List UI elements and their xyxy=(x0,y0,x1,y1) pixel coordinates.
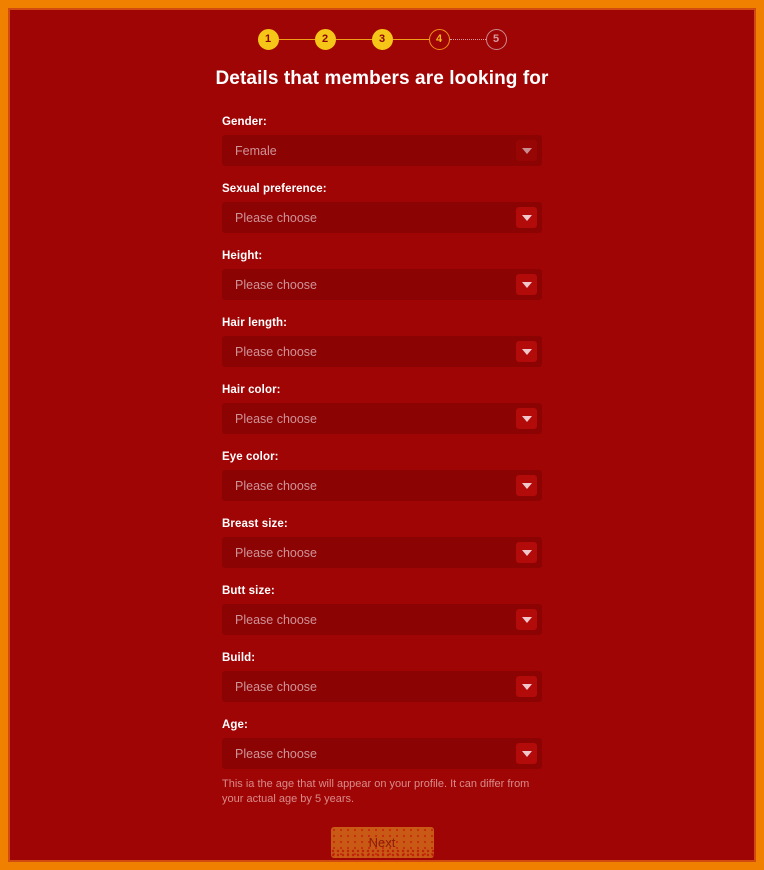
gender-select[interactable]: Female xyxy=(222,135,542,166)
chevron-down-icon[interactable] xyxy=(516,408,537,429)
chevron-down-icon[interactable] xyxy=(516,743,537,764)
progress-stepper: 1 2 3 4 5 xyxy=(10,10,754,56)
step-indicator-2[interactable]: 2 xyxy=(314,28,336,50)
butt-size-select-value: Please choose xyxy=(235,612,318,627)
field-hair-color: Hair color: Please choose xyxy=(222,384,542,434)
chevron-down-icon[interactable] xyxy=(516,542,537,563)
field-label-butt-size: Butt size: xyxy=(222,585,275,597)
step-connector-4-5 xyxy=(449,38,486,40)
step-indicator-5: 5 xyxy=(485,28,507,50)
next-button[interactable]: Next xyxy=(330,826,434,858)
field-sexual-preference: Sexual preference: Please choose xyxy=(222,183,542,233)
sexual-preference-select[interactable]: Please choose xyxy=(222,202,542,233)
step-indicator-1[interactable]: 1 xyxy=(257,28,279,50)
field-label-hair-color: Hair color: xyxy=(222,384,281,396)
chevron-down-icon[interactable] xyxy=(516,475,537,496)
field-label-eye-color: Eye color: xyxy=(222,451,279,463)
height-select[interactable]: Please choose xyxy=(222,269,542,300)
field-label-breast-size: Breast size: xyxy=(222,518,288,530)
breast-size-select-value: Please choose xyxy=(235,545,318,560)
field-eye-color: Eye color: Please choose xyxy=(222,451,542,501)
chevron-down-icon[interactable] xyxy=(516,140,537,161)
field-age: Age: Please choose xyxy=(222,719,542,769)
field-butt-size: Butt size: Please choose xyxy=(222,585,542,635)
field-breast-size: Breast size: Please choose xyxy=(222,518,542,568)
field-build: Build: Please choose xyxy=(222,652,542,702)
eye-color-select[interactable]: Please choose xyxy=(222,470,542,501)
step-connector-1-2 xyxy=(278,38,315,40)
field-label-sexual-preference: Sexual preference: xyxy=(222,183,327,195)
age-select[interactable]: Please choose xyxy=(222,738,542,769)
next-button-label: Next xyxy=(368,834,396,850)
page-title: Details that members are looking for xyxy=(215,68,549,89)
field-label-build: Build: xyxy=(222,652,256,664)
chevron-down-icon[interactable] xyxy=(516,676,537,697)
chevron-down-icon[interactable] xyxy=(516,207,537,228)
field-label-height: Height: xyxy=(222,250,263,262)
age-select-value: Please choose xyxy=(235,746,318,761)
step-connector-3-4 xyxy=(392,38,429,40)
butt-size-select[interactable]: Please choose xyxy=(222,604,542,635)
step-indicator-4[interactable]: 4 xyxy=(428,28,450,50)
age-helper-text: This ia the age that will appear on your… xyxy=(222,778,530,805)
step-indicator-3[interactable]: 3 xyxy=(371,28,393,50)
field-label-age: Age: xyxy=(222,719,248,731)
field-hair-length: Hair length: Please choose xyxy=(222,317,542,367)
field-label-hair-length: Hair length: xyxy=(222,317,288,329)
build-select-value: Please choose xyxy=(235,679,318,694)
hair-color-select[interactable]: Please choose xyxy=(222,403,542,434)
hair-color-select-value: Please choose xyxy=(235,411,318,426)
profile-details-form: Gender: Female Sexual preference: Please… xyxy=(222,90,542,858)
field-gender: Gender: Female xyxy=(222,116,542,166)
eye-color-select-value: Please choose xyxy=(235,478,318,493)
build-select[interactable]: Please choose xyxy=(222,671,542,702)
sexual-preference-select-value: Please choose xyxy=(235,210,318,225)
gender-select-value: Female xyxy=(235,143,277,158)
field-height: Height: Please choose xyxy=(222,250,542,300)
form-actions: Next xyxy=(222,826,542,858)
hair-length-select-value: Please choose xyxy=(235,344,318,359)
chevron-down-icon[interactable] xyxy=(516,274,537,295)
hair-length-select[interactable]: Please choose xyxy=(222,336,542,367)
chevron-down-icon[interactable] xyxy=(516,609,537,630)
field-label-gender: Gender: xyxy=(222,116,267,128)
breast-size-select[interactable]: Please choose xyxy=(222,537,542,568)
step-connector-2-3 xyxy=(335,38,372,40)
chevron-down-icon[interactable] xyxy=(516,341,537,362)
height-select-value: Please choose xyxy=(235,277,318,292)
registration-page: 1 2 3 4 5 Details that members are looki… xyxy=(8,8,756,862)
